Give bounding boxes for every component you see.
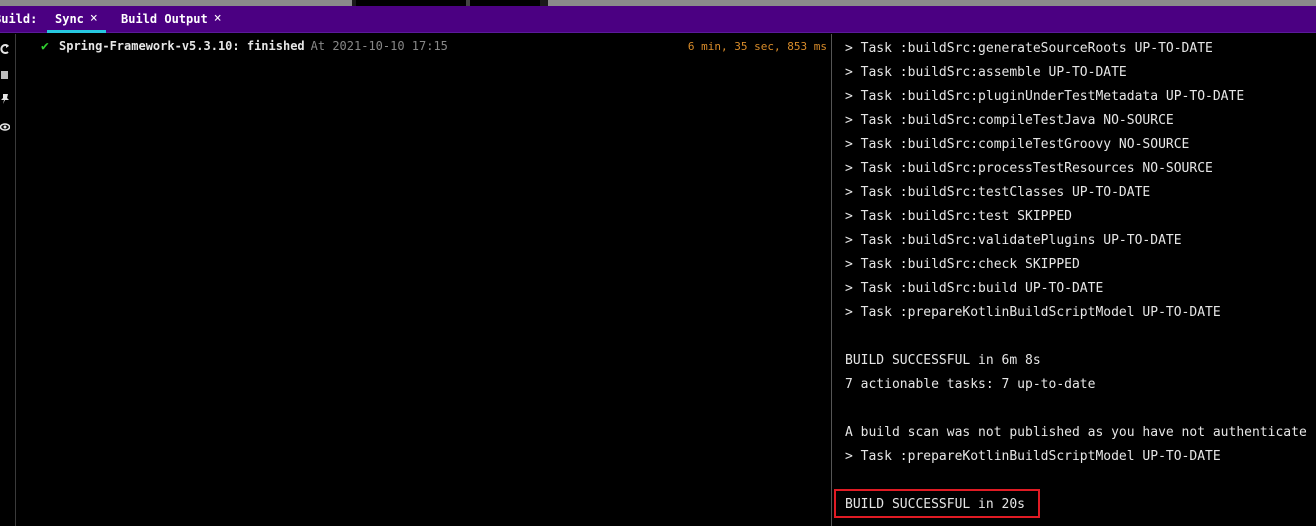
console-line: > Task :buildSrc:test SKIPPED	[845, 209, 1072, 224]
console-line: 7 actionable tasks: 7 up-to-date	[845, 377, 1096, 392]
stop-icon[interactable]	[0, 68, 10, 82]
sync-icon[interactable]	[0, 42, 10, 56]
eye-icon[interactable]	[0, 120, 11, 134]
tab-build-output-label: Build Output	[121, 12, 208, 26]
tab-sync[interactable]: Sync ×	[47, 6, 106, 33]
console-line: > Task :buildSrc:generateSourceRoots UP-…	[845, 41, 1213, 56]
build-console-output[interactable]: > Task :buildSrc:generateSourceRoots UP-…	[832, 34, 1316, 526]
console-line: > Task :prepareKotlinBuildScriptModel UP…	[845, 449, 1221, 464]
tool-window-label: Build:	[0, 12, 38, 26]
console-line: > Task :buildSrc:assemble UP-TO-DATE	[845, 65, 1127, 80]
build-tool-window-header: Build: Sync × Build Output ×	[0, 6, 1316, 33]
build-duration: 6 min, 35 sec, 853 ms	[687, 40, 827, 53]
close-icon[interactable]: ×	[90, 12, 98, 30]
console-line: > Task :buildSrc:compileTestGroovy NO-SO…	[845, 137, 1190, 152]
console-line: > Task :buildSrc:compileTestJava NO-SOUR…	[845, 113, 1174, 128]
console-line: > Task :buildSrc:build UP-TO-DATE	[845, 281, 1104, 296]
tab-build-output[interactable]: Build Output ×	[113, 6, 230, 33]
console-line: A build scan was not published as you ha…	[845, 425, 1307, 440]
check-icon: ✔	[41, 38, 49, 54]
console-line: BUILD SUCCESSFUL in 6m 8s	[845, 353, 1041, 368]
highlight-box	[834, 489, 1040, 518]
close-icon[interactable]: ×	[214, 12, 222, 33]
tab-sync-label: Sync	[55, 12, 84, 26]
console-line: > Task :buildSrc:processTestResources NO…	[845, 161, 1213, 176]
pin-icon[interactable]	[0, 92, 10, 106]
build-side-toolbar	[0, 34, 16, 526]
console-line: > Task :buildSrc:check SKIPPED	[845, 257, 1080, 272]
console-line: > Task :buildSrc:testClasses UP-TO-DATE	[845, 185, 1151, 200]
console-line: > Task :prepareKotlinBuildScriptModel UP…	[845, 305, 1221, 320]
build-name: Spring-Framework-v5.3.10: finished	[59, 39, 305, 53]
build-tree-panel: ✔ Spring-Framework-v5.3.10: finished At …	[17, 34, 831, 526]
console-line: > Task :buildSrc:validatePlugins UP-TO-D…	[845, 233, 1182, 248]
build-timestamp: At 2021-10-10 17:15	[310, 39, 448, 53]
console-line: > Task :buildSrc:pluginUnderTestMetadata…	[845, 89, 1245, 104]
build-tree-row[interactable]: ✔ Spring-Framework-v5.3.10: finished At …	[41, 37, 827, 55]
